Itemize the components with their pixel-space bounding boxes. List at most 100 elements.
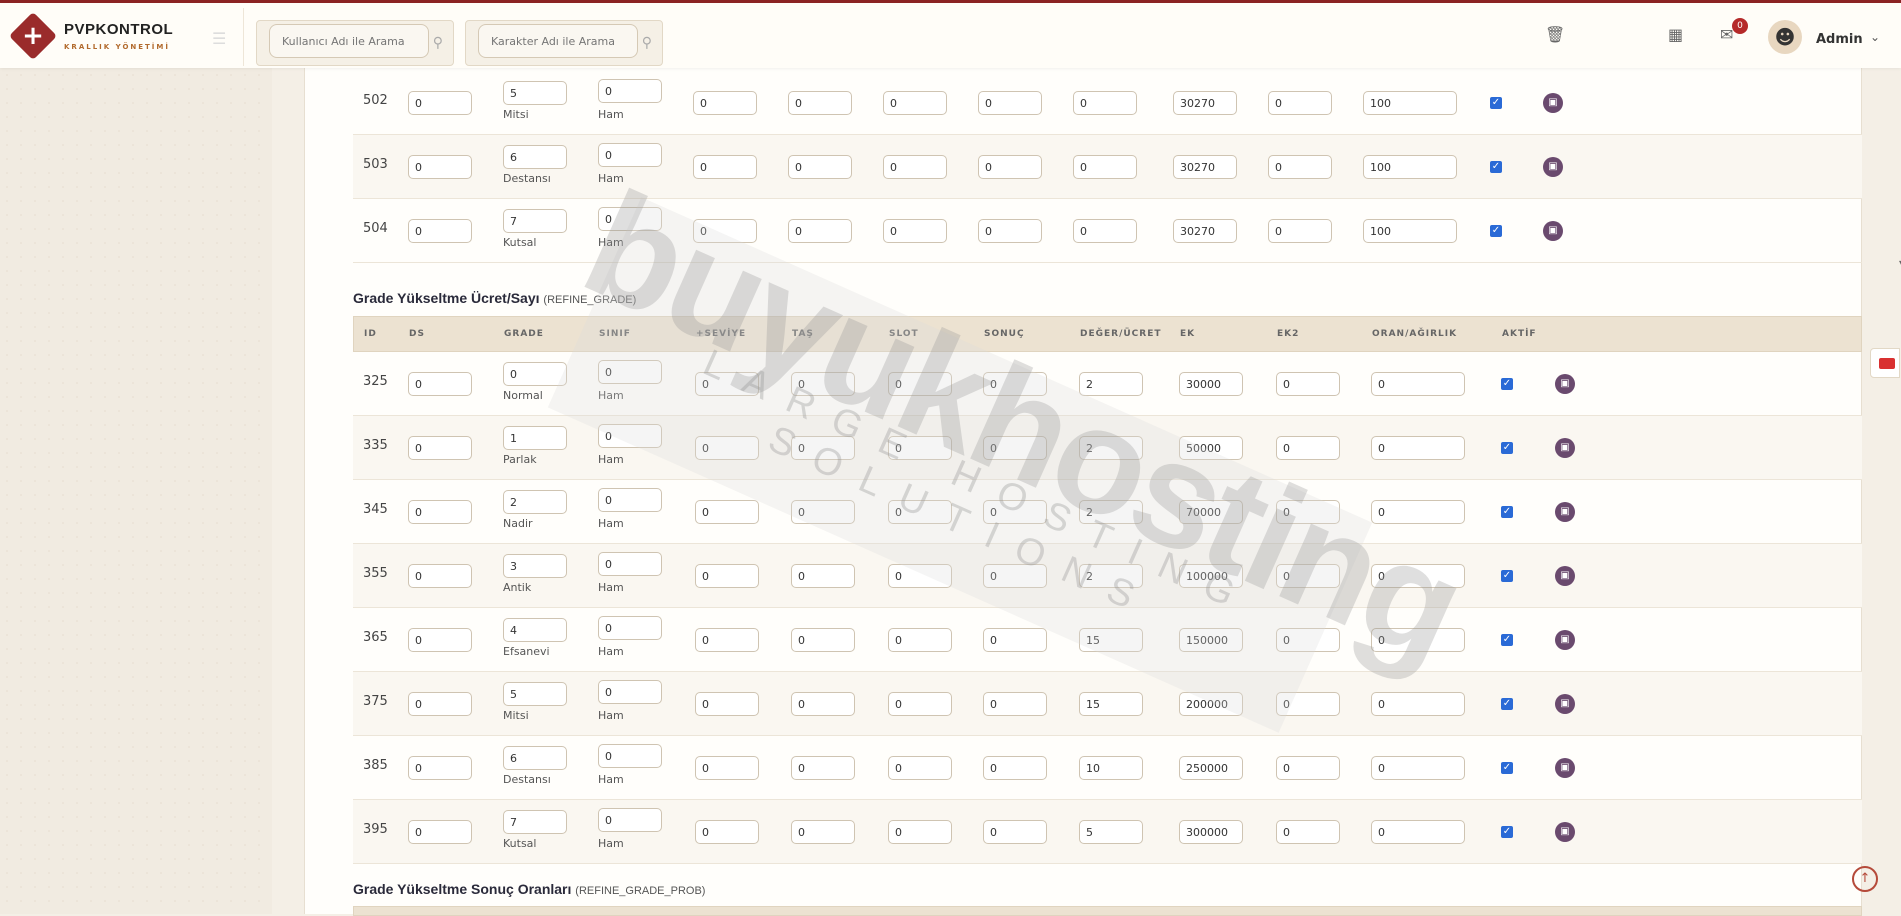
oran-input[interactable]	[1371, 500, 1465, 524]
seviye-input[interactable]	[693, 91, 757, 115]
active-checkbox[interactable]: ✓	[1490, 161, 1502, 173]
tas-input[interactable]	[791, 756, 855, 780]
ek2-input[interactable]	[1268, 219, 1332, 243]
active-checkbox[interactable]: ✓	[1490, 97, 1502, 109]
tas-input[interactable]	[788, 219, 852, 243]
ds-input[interactable]	[408, 756, 472, 780]
menu-toggle-icon[interactable]: ☰	[212, 29, 226, 48]
ds-input[interactable]	[408, 500, 472, 524]
scroll-top-icon[interactable]: ↑	[1852, 866, 1878, 892]
ek2-input[interactable]	[1268, 155, 1332, 179]
active-checkbox[interactable]: ✓	[1501, 378, 1513, 390]
ek-input[interactable]	[1179, 564, 1243, 588]
active-checkbox[interactable]: ✓	[1501, 570, 1513, 582]
sonuc-input[interactable]	[983, 372, 1047, 396]
active-checkbox[interactable]: ✓	[1501, 442, 1513, 454]
sinif-input[interactable]	[598, 744, 662, 768]
tas-input[interactable]	[791, 820, 855, 844]
slot-input[interactable]	[888, 564, 952, 588]
ek-input[interactable]	[1173, 219, 1237, 243]
save-button[interactable]: ▣	[1543, 221, 1563, 241]
grade-input[interactable]	[503, 810, 567, 834]
grade-input[interactable]	[503, 746, 567, 770]
seviye-input[interactable]	[695, 372, 759, 396]
seviye-input[interactable]	[695, 692, 759, 716]
ds-input[interactable]	[408, 91, 472, 115]
save-button[interactable]: ▣	[1555, 374, 1575, 394]
oran-input[interactable]	[1371, 564, 1465, 588]
save-button[interactable]: ▣	[1543, 157, 1563, 177]
save-button[interactable]: ▣	[1555, 694, 1575, 714]
ek2-input[interactable]	[1276, 436, 1340, 460]
sinif-input[interactable]	[598, 808, 662, 832]
oran-input[interactable]	[1371, 628, 1465, 652]
tas-input[interactable]	[791, 628, 855, 652]
avatar[interactable]: ☻	[1768, 20, 1802, 54]
slot-input[interactable]	[883, 155, 947, 179]
grade-input[interactable]	[503, 209, 567, 233]
deger-input[interactable]	[1073, 155, 1137, 179]
seviye-input[interactable]	[695, 436, 759, 460]
sonuc-input[interactable]	[983, 500, 1047, 524]
oran-input[interactable]	[1363, 155, 1457, 179]
deger-input[interactable]	[1079, 628, 1143, 652]
ek-input[interactable]	[1173, 91, 1237, 115]
ds-input[interactable]	[408, 155, 472, 179]
sinif-input[interactable]	[598, 680, 662, 704]
sonuc-input[interactable]	[983, 756, 1047, 780]
ds-input[interactable]	[408, 564, 472, 588]
search-icon[interactable]: ⚲	[642, 35, 652, 51]
seviye-input[interactable]	[695, 820, 759, 844]
deger-input[interactable]	[1079, 564, 1143, 588]
grade-input[interactable]	[503, 682, 567, 706]
ds-input[interactable]	[408, 372, 472, 396]
grade-input[interactable]	[503, 81, 567, 105]
sonuc-input[interactable]	[978, 155, 1042, 179]
sonuc-input[interactable]	[983, 628, 1047, 652]
active-checkbox[interactable]: ✓	[1490, 225, 1502, 237]
save-button[interactable]: ▣	[1555, 758, 1575, 778]
ek-input[interactable]	[1179, 820, 1243, 844]
oran-input[interactable]	[1371, 820, 1465, 844]
ek-input[interactable]	[1179, 692, 1243, 716]
grade-input[interactable]	[503, 145, 567, 169]
grade-input[interactable]	[503, 362, 567, 386]
ek2-input[interactable]	[1276, 500, 1340, 524]
oran-input[interactable]	[1371, 436, 1465, 460]
ek-input[interactable]	[1179, 500, 1243, 524]
save-button[interactable]: ▣	[1555, 566, 1575, 586]
tas-input[interactable]	[791, 564, 855, 588]
seviye-input[interactable]	[695, 756, 759, 780]
slot-input[interactable]	[888, 756, 952, 780]
ek-input[interactable]	[1179, 436, 1243, 460]
active-checkbox[interactable]: ✓	[1501, 762, 1513, 774]
tas-input[interactable]	[791, 436, 855, 460]
sonuc-input[interactable]	[983, 436, 1047, 460]
sinif-input[interactable]	[598, 616, 662, 640]
calendar-icon[interactable]: ▦	[1668, 25, 1683, 44]
search-icon[interactable]: ⚲	[433, 35, 443, 51]
language-flag-icon[interactable]	[1870, 348, 1900, 378]
sonuc-input[interactable]	[978, 219, 1042, 243]
slot-input[interactable]	[888, 692, 952, 716]
slot-input[interactable]	[883, 219, 947, 243]
deger-input[interactable]	[1079, 820, 1143, 844]
ek2-input[interactable]	[1276, 628, 1340, 652]
oran-input[interactable]	[1371, 372, 1465, 396]
slot-input[interactable]	[888, 500, 952, 524]
sonuc-input[interactable]	[983, 564, 1047, 588]
tas-input[interactable]	[791, 692, 855, 716]
deger-input[interactable]	[1079, 500, 1143, 524]
oran-input[interactable]	[1363, 91, 1457, 115]
ek-input[interactable]	[1179, 372, 1243, 396]
tas-input[interactable]	[788, 155, 852, 179]
sinif-input[interactable]	[598, 79, 662, 103]
slot-input[interactable]	[888, 820, 952, 844]
sonuc-input[interactable]	[983, 820, 1047, 844]
ek2-input[interactable]	[1268, 91, 1332, 115]
seviye-input[interactable]	[695, 500, 759, 524]
admin-name[interactable]: Admin	[1816, 32, 1863, 47]
sonuc-input[interactable]	[983, 692, 1047, 716]
user-search-input[interactable]	[269, 24, 429, 58]
active-checkbox[interactable]: ✓	[1501, 506, 1513, 518]
